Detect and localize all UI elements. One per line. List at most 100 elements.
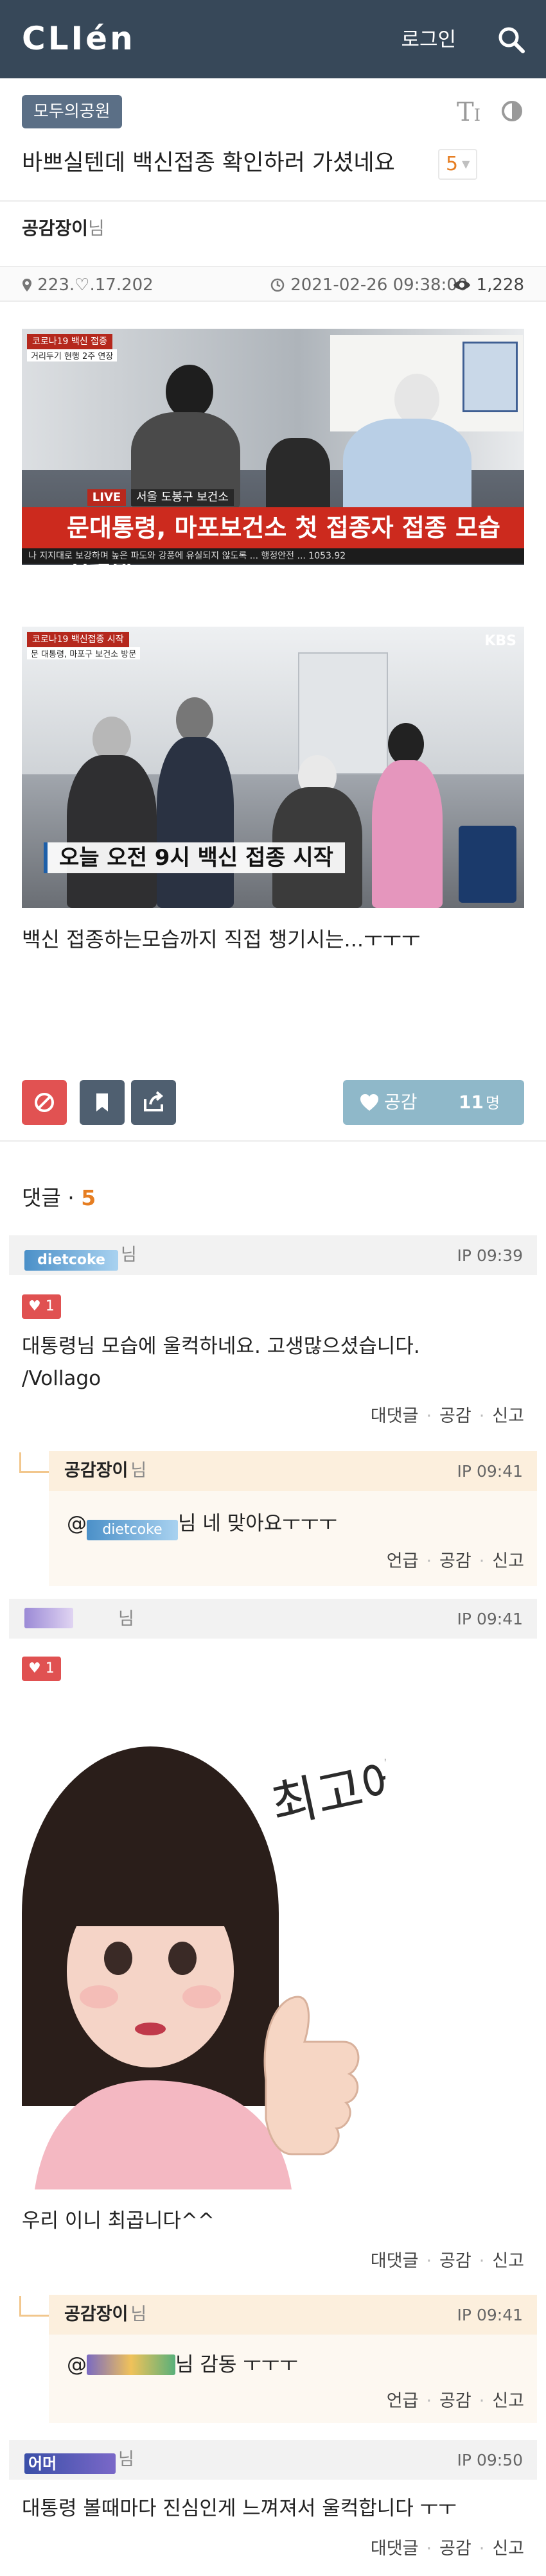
like-button[interactable]: 공감 11 명 <box>343 1080 524 1125</box>
clien-logo[interactable]: CLIén <box>22 19 136 58</box>
comment-author[interactable]: dietcoke 님 <box>24 1244 137 1271</box>
report-link[interactable]: 신고 <box>492 2251 524 2271</box>
reply-link[interactable]: 대댓글 <box>371 1406 419 1426</box>
report-link[interactable]: 신고 <box>492 2391 524 2411</box>
reply-meta: IP 09:41 <box>457 1462 523 1481</box>
reply-indicator <box>19 2296 49 2317</box>
location-icon <box>22 279 31 292</box>
comment-meta: IP 09:39 <box>457 1246 523 1265</box>
comments-header: 댓글 · 5 <box>22 1185 96 1210</box>
sticker-illustration: 최고에요 <box>22 1695 385 2189</box>
comment-meta: IP 09:50 <box>457 2451 523 2469</box>
contrast-icon[interactable] <box>501 100 523 122</box>
reply-text: @ dietcoke 님 네 맞아요ㅜㅜㅜ <box>67 1508 337 1540</box>
clock-icon <box>270 278 285 292</box>
post-meta-row: 223.♡.17.202 2021-02-26 09:38:00 1,228 <box>0 266 546 302</box>
comment-header: 님 IP 09:41 <box>9 1599 537 1639</box>
news-subtag: 거리두기 현행 2주 연장 <box>27 349 118 361</box>
nick-image: 어머 <box>24 2453 116 2474</box>
comment-text: 대통령 볼때마다 진심인게 느껴져서 울컥합니다 ㅜㅜ <box>22 2497 457 2520</box>
news-tag: 코로나19 백신 접종 <box>27 334 112 349</box>
comment-meta: IP 09:41 <box>457 1610 523 1628</box>
nurse-body <box>372 760 443 908</box>
reply-header: 공감장이 님 IP 09:41 <box>49 2295 537 2335</box>
news-tag: 코로나19 백신접종 시작 <box>27 632 129 647</box>
person-head <box>166 365 213 419</box>
chair <box>266 438 330 515</box>
reply-actions: 언급 · 공감 · 신고 <box>386 2391 524 2411</box>
broadcaster-logo: KBS <box>484 633 516 649</box>
nurse-head <box>388 723 424 765</box>
clinic-sign <box>462 342 518 412</box>
live-badge: LIVE <box>87 489 126 506</box>
share-button[interactable] <box>131 1080 176 1125</box>
comment-like-link[interactable]: 공감 <box>439 2251 471 2271</box>
comment-author[interactable]: 어머 님 <box>24 2449 134 2474</box>
heart-icon <box>360 1094 378 1111</box>
block-icon <box>35 1093 54 1112</box>
mention-link[interactable]: 언급 <box>387 1551 419 1571</box>
post-title: 바쁘실텐데 백신접종 확인하러 가셨네요 <box>22 150 395 176</box>
reply-indicator <box>19 1452 49 1473</box>
title-comment-count[interactable]: 5 ▼ <box>438 149 478 180</box>
post-body: 백신 접종하는모습까지 직접 챙기시는...ㅜㅜㅜ <box>22 927 421 952</box>
nurse-body <box>343 419 471 521</box>
block-button[interactable] <box>22 1080 67 1125</box>
comment-header: dietcoke 님 IP 09:39 <box>9 1235 537 1275</box>
search-icon[interactable] <box>496 24 527 55</box>
reply-actions: 언급 · 공감 · 신고 <box>386 1551 524 1571</box>
news-headline: 문대통령, 마포보건소 첫 접종자 접종 모습 지켜봐 <box>22 507 524 565</box>
top-nav-bar: CLIén 로그인 <box>0 0 546 78</box>
sticker-image[interactable]: 최고에요 <box>22 1695 385 2189</box>
reply-meta: IP 09:41 <box>457 2306 523 2324</box>
news-ticker: 나 지지대로 보강하며 높은 파도와 강풍에 유실되지 않도록 ... 행정안전… <box>22 548 524 564</box>
comment-like-link[interactable]: 공감 <box>439 2539 471 2559</box>
divider <box>0 1140 546 1142</box>
share-icon <box>144 1091 164 1111</box>
author-ip: 223.♡.17.202 <box>22 275 154 295</box>
eye-icon <box>454 281 471 290</box>
nick-image <box>24 1608 73 1628</box>
bookmark-button[interactable] <box>80 1080 125 1125</box>
like-count: 11 <box>459 1092 484 1113</box>
reply-like-link[interactable]: 공감 <box>439 1551 471 1571</box>
report-link[interactable]: 신고 <box>492 1406 524 1426</box>
report-link[interactable]: 신고 <box>492 2539 524 2559</box>
view-count: 1,228 <box>453 275 524 295</box>
news-location: 서울 도봉구 보건소 <box>131 489 234 506</box>
comment-text: 우리 이니 최곱니다^^ <box>22 2209 215 2232</box>
comment-author[interactable]: 님 <box>24 1608 134 1630</box>
board-tag[interactable]: 모두의공원 <box>22 95 122 128</box>
reply-author[interactable]: 공감장이 님 <box>64 2304 146 2326</box>
comment-like-badge[interactable]: ♥ 1 <box>22 1657 61 1681</box>
reply-link[interactable]: 대댓글 <box>371 2251 419 2271</box>
report-link[interactable]: 신고 <box>492 1551 524 1571</box>
mention-nick-image[interactable]: dietcoke <box>87 1520 178 1540</box>
divider <box>0 200 546 202</box>
comment-actions: 대댓글 · 공감 · 신고 <box>370 1406 524 1426</box>
font-size-icon[interactable]: TI <box>457 96 480 132</box>
post-author[interactable]: 공감장이님 <box>22 216 105 241</box>
nurse-head <box>394 374 439 425</box>
reply-text: @ 님 감동 ㅜㅜㅜ <box>67 2353 298 2376</box>
reply-like-link[interactable]: 공감 <box>439 2391 471 2411</box>
mention-link[interactable]: 언급 <box>387 2391 419 2411</box>
president-head <box>176 697 213 742</box>
comment-actions: 대댓글 · 공감 · 신고 <box>370 2539 524 2559</box>
comment-text: 대통령님 모습에 울컥하네요. 고생많으셨습니다. /Vollago <box>22 1335 420 1390</box>
reply-link[interactable]: 대댓글 <box>371 2539 419 2559</box>
mention-nick-image[interactable] <box>87 2354 175 2375</box>
like-unit: 명 <box>486 1094 500 1112</box>
reply-author[interactable]: 공감장이 님 <box>64 1460 146 1482</box>
news-subtag: 문 대통령, 마포구 보건소 방문 <box>27 647 141 659</box>
comment-like-badge[interactable]: ♥ 1 <box>22 1294 61 1319</box>
login-link[interactable]: 로그인 <box>401 27 456 53</box>
person-body <box>67 755 157 908</box>
comment-like-link[interactable]: 공감 <box>439 1406 471 1426</box>
post-image-news-2[interactable]: KBS 코로나19 백신접종 시작 문 대통령, 마포구 보건소 방문 오늘 오… <box>22 627 524 908</box>
post-image-news-1[interactable]: 코로나19 백신 접종 거리두기 현행 2주 연장 LIVE 서울 도봉구 보건… <box>22 329 524 565</box>
sign-language-inset <box>459 826 516 903</box>
president-body <box>157 737 234 908</box>
post-datetime: 2021-02-26 09:38:00 <box>270 275 468 295</box>
bookmark-icon <box>96 1093 108 1111</box>
